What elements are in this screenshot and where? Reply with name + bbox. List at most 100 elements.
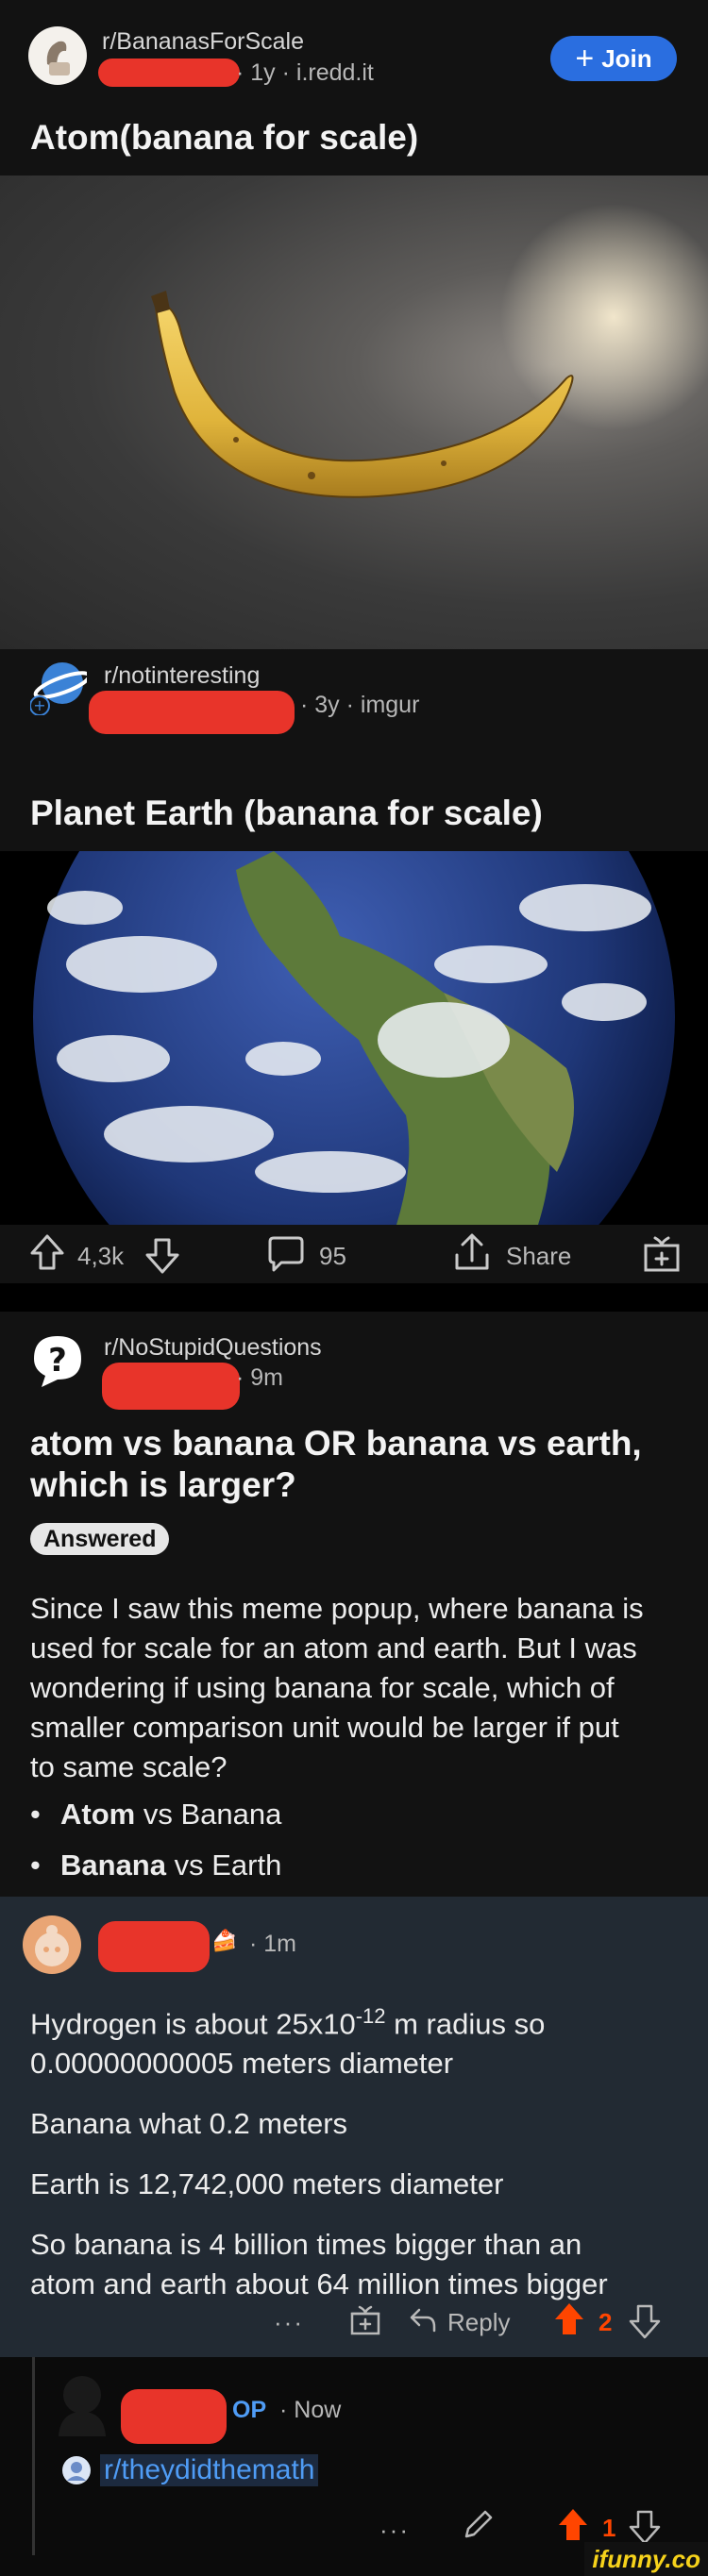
question-mark-icon: ? [34,1336,81,1387]
reply-arrow-icon [410,2308,436,2333]
downvote-button[interactable] [143,1234,181,1276]
post-notinteresting: + r/notinteresting · 3y · imgur Planet E… [0,649,708,1283]
pencil-icon [464,2510,493,2538]
op-badge: OP [232,2397,267,2423]
edit-button[interactable] [461,2506,495,2544]
section-divider [0,1283,708,1312]
post-title-line-2: which is larger? [30,1465,296,1504]
redacted-username [89,691,295,734]
post-meta: · 1y · i.redd.it [236,59,374,86]
join-label: Join [601,43,652,73]
bullet-rest: vs Earth [165,1848,282,1882]
downvote-arrow-icon [145,1238,179,1274]
exponent: -12 [355,2004,386,2028]
post-bananasforscale: r/BananasForScale · 1y · i.redd.it + Joi… [0,0,708,649]
bullet-item: • Banana vs Earth [30,1846,281,1885]
svg-text:?: ? [48,1342,67,1380]
bullet-dot: • [30,1798,41,1831]
cake-icon: 🍰 [211,1929,238,1952]
reply-button[interactable]: Reply [408,2302,521,2340]
subreddit-avatar[interactable]: + [29,659,92,716]
subreddit-name[interactable]: r/notinteresting [104,662,260,690]
comment-line-2: 0.00000000005 meters diameter [30,2047,454,2081]
comment-highlighted: 🍰 · 1m Hydrogen is about 25x10-12 m radi… [0,1897,708,2357]
subreddit-link[interactable]: r/theydidthemath [60,2451,319,2489]
radius-text: m radius so [385,2007,546,2041]
earth-image[interactable] [0,851,708,1225]
more-options-button[interactable]: ··· [379,2516,410,2545]
reply-label: Reply [447,2308,511,2336]
more-options-button[interactable]: ··· [274,2308,304,2337]
post-nostupidquestions: ? r/NoStupidQuestions · 9m atom vs banan… [0,1312,708,1897]
body-line: smaller comparison unit would be larger … [30,1711,619,1744]
comment-bubble-icon [268,1236,304,1272]
redacted-username [98,1921,210,1972]
gift-icon [644,1236,680,1272]
redacted-username [102,1363,240,1410]
comment-score: 1 [602,2514,616,2542]
answered-flair[interactable]: Answered [30,1523,170,1555]
vote-count: 4,3k [77,1242,125,1270]
post-meta: · 3y · imgur [300,692,420,718]
upvote-button[interactable] [553,2300,585,2338]
post-title[interactable]: atom vs banana OR banana vs earth, which… [30,1423,642,1506]
body-line: used for scale for an atom and earth. Bu… [30,1631,637,1664]
commenter-avatar[interactable] [51,2370,113,2436]
upvote-button[interactable] [557,2506,589,2544]
subreddit-name[interactable]: r/BananasForScale [102,28,304,56]
subreddit-avatar[interactable] [28,26,87,85]
comment-time: · Now [279,2397,342,2423]
comment-time: · 1m [249,1931,296,1957]
redacted-username [98,59,240,87]
award-button[interactable] [349,2302,381,2336]
subreddit-avatar[interactable]: ? [28,1332,87,1391]
comment-score: 2 [598,2308,613,2336]
bullet-item: • Atom vs Banana [30,1795,281,1834]
downvote-button[interactable] [629,2302,661,2340]
subreddit-link-icon [62,2456,91,2484]
share-icon [455,1233,489,1270]
thread-line [32,2357,35,2555]
downvote-arrow-icon [629,2510,661,2545]
share-label: Share [506,1242,572,1270]
bullet-rest: vs Banana [135,1798,282,1831]
award-button[interactable] [642,1232,682,1274]
comment-para-3: Earth is 12,742,000 meters diameter [30,2167,504,2201]
svg-text:+: + [33,696,45,714]
body-line: wondering if using banana for scale, whi… [30,1671,615,1704]
post-body: Since I saw this meme popup, where banan… [30,1589,682,1787]
comment-reply: OP · Now r/theydidthemath ··· 1 ifunny.c… [0,2357,708,2576]
comment-line-1: Hydrogen is about 25x10-12 m radius so [30,1997,682,2044]
post-title[interactable]: Atom(banana for scale) [30,117,418,159]
body-line: to same scale? [30,1750,228,1783]
comment-para-4-line-1: So banana is 4 billion times bigger than… [30,2228,582,2262]
watermark-text: ifunny.co [592,2544,700,2573]
commenter-avatar[interactable] [23,1915,81,1974]
comment-body: Hydrogen is about 25x10-12 m radius so 0… [30,1997,682,2304]
post-meta: · 9m [236,1364,283,1391]
post-title[interactable]: Planet Earth (banana for scale) [30,793,543,834]
bullet-dot: • [30,1848,41,1882]
comment-para-2: Banana what 0.2 meters [30,2107,348,2141]
upvote-button[interactable] [28,1232,66,1274]
gift-icon [350,2305,380,2335]
upvote-arrow-icon [555,2303,583,2334]
bullet-bold: Atom [60,1798,136,1831]
downvote-button[interactable] [629,2508,661,2546]
upvote-arrow-icon [559,2509,587,2540]
plus-icon: + [575,41,595,76]
bullet-bold: Banana [60,1848,166,1882]
join-button[interactable]: + Join [550,36,677,81]
downvote-arrow-icon [629,2304,661,2339]
subreddit-name[interactable]: r/NoStupidQuestions [104,1334,322,1362]
body-line: Since I saw this meme popup, where banan… [30,1592,644,1625]
post-action-bar: 4,3k 95 Share [0,1225,708,1283]
share-button[interactable]: Share [453,1232,585,1276]
subreddit-link-text[interactable]: r/theydidthemath [100,2454,319,2486]
ifunny-watermark: ifunny.co [584,2542,708,2576]
post-title-line-1: atom vs banana OR banana vs earth, [30,1424,642,1463]
banana-on-carpet-image[interactable] [0,176,708,649]
comment-count: 95 [319,1242,346,1270]
hydrogen-text: Hydrogen is about 25x10 [30,2007,356,2041]
comments-button[interactable]: 95 [266,1234,389,1276]
